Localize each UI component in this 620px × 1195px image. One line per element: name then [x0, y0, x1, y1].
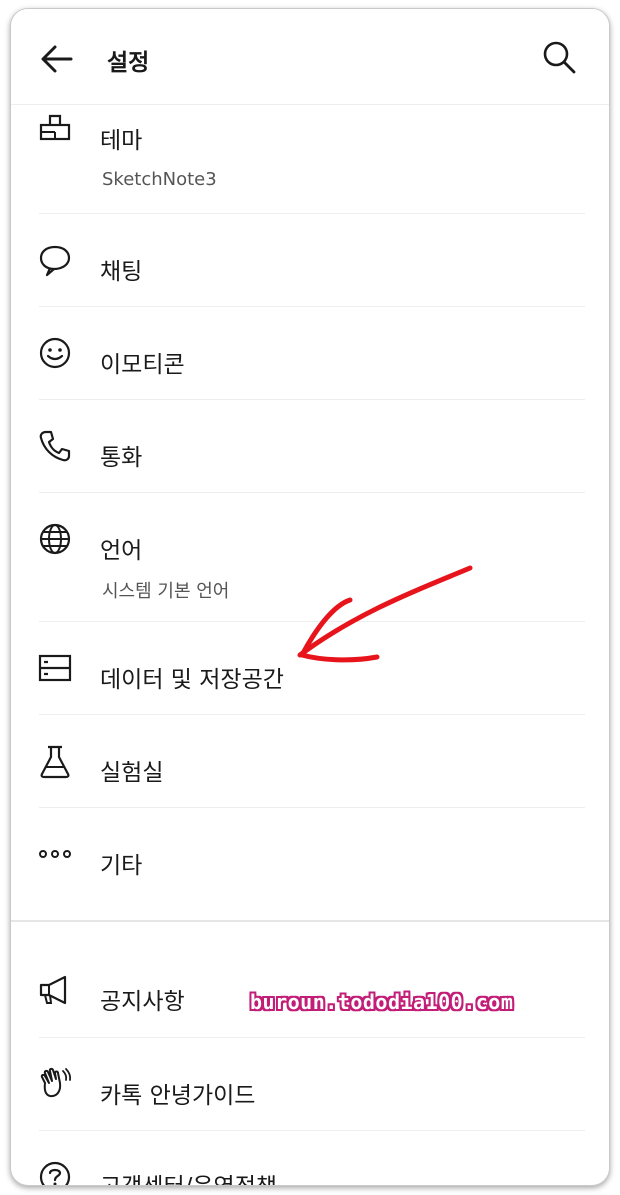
- watermark: buroun.tododia100.com: [250, 990, 514, 1014]
- settings-item-etc[interactable]: 기타: [11, 808, 609, 900]
- item-label: 통화: [100, 445, 143, 471]
- paint-brush-icon: [37, 111, 73, 147]
- back-button[interactable]: [37, 39, 77, 79]
- top-app-bar: 설정: [11, 9, 609, 105]
- item-label: 언어: [100, 538, 143, 564]
- settings-item-chat[interactable]: 채팅: [11, 214, 609, 306]
- smiley-icon: [37, 335, 73, 371]
- arrow-left-icon: [41, 45, 73, 73]
- help-circle-icon: [37, 1159, 73, 1185]
- settings-item-lab[interactable]: 실험실: [11, 715, 609, 807]
- settings-item-data-storage[interactable]: 데이터 및 저장공간: [11, 622, 609, 714]
- settings-item-guide[interactable]: 카톡 안녕가이드: [11, 1038, 609, 1130]
- item-label: 이모티콘: [100, 352, 185, 378]
- item-label: 기타: [100, 853, 143, 879]
- settings-item-emoticon[interactable]: 이모티콘: [11, 307, 609, 399]
- globe-icon: [37, 521, 73, 557]
- storage-icon: [37, 650, 73, 686]
- item-label: 테마: [100, 128, 143, 154]
- item-label: 채팅: [100, 259, 143, 285]
- item-label: 카톡 안녕가이드: [100, 1083, 256, 1109]
- chat-bubble-icon: [37, 242, 73, 278]
- settings-item-language[interactable]: 언어 시스템 기본 언어: [11, 493, 609, 621]
- search-button[interactable]: [539, 37, 579, 77]
- item-label: 고객센터/운영정책: [100, 1167, 277, 1185]
- flask-icon: [37, 743, 73, 779]
- phone-icon: [37, 428, 73, 464]
- item-sublabel: 시스템 기본 언어: [102, 581, 230, 602]
- page-title: 설정: [107, 50, 150, 76]
- item-label: 실험실: [100, 760, 164, 786]
- settings-item-notices[interactable]: 공지사항: [11, 937, 609, 1029]
- section-divider: [11, 920, 609, 922]
- settings-item-theme[interactable]: 테마 SketchNote3: [11, 107, 609, 213]
- search-icon: [543, 41, 576, 74]
- item-label: 데이터 및 저장공간: [100, 667, 284, 693]
- megaphone-icon: [37, 973, 73, 1009]
- settings-item-call[interactable]: 통화: [11, 400, 609, 492]
- waving-hand-icon: [37, 1065, 73, 1101]
- settings-item-customer-center[interactable]: 고객센터/운영정책: [11, 1131, 609, 1185]
- more-dots-icon: [37, 836, 73, 872]
- item-label: 공지사항: [100, 989, 185, 1015]
- item-sublabel: SketchNote3: [102, 169, 217, 190]
